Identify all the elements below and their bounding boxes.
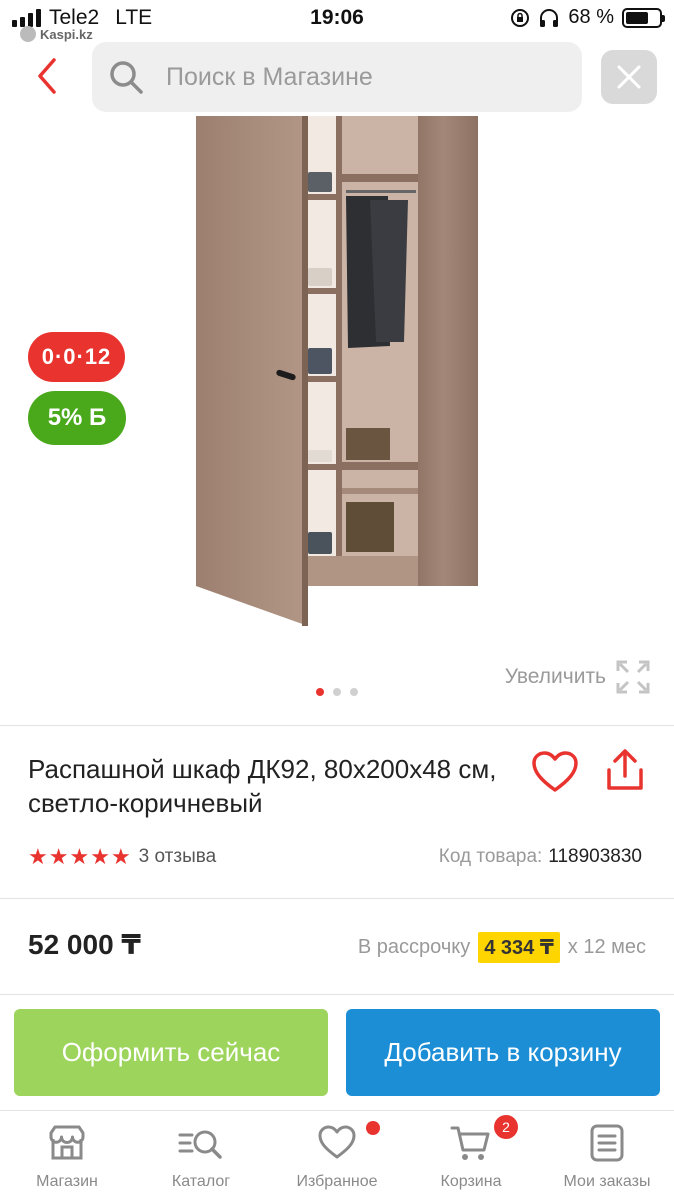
product-price: 52 000 ₸ bbox=[28, 929, 141, 960]
star-icon: ★ bbox=[110, 844, 131, 869]
back-arrow-icon[interactable] bbox=[30, 56, 66, 96]
search-header: Поиск в Магазине bbox=[0, 40, 674, 116]
cart-count-badge: 2 bbox=[494, 1115, 518, 1139]
tab-favorites[interactable]: Избранное bbox=[270, 1121, 404, 1191]
installment-term: х 12 мес bbox=[567, 936, 646, 958]
page-dot[interactable] bbox=[350, 688, 358, 696]
close-icon bbox=[617, 65, 641, 89]
star-icon: ★ bbox=[69, 844, 90, 869]
share-icon[interactable] bbox=[604, 748, 646, 792]
tab-label: Избранное bbox=[296, 1173, 378, 1190]
tab-label: Корзина bbox=[440, 1173, 502, 1190]
tab-label: Мои заказы bbox=[563, 1173, 651, 1190]
search-placeholder: Поиск в Магазине bbox=[166, 62, 373, 91]
star-icon: ★ bbox=[48, 844, 69, 869]
product-code: Код товара: 118903830 bbox=[439, 846, 642, 868]
shop-icon bbox=[49, 1125, 85, 1160]
tab-shop[interactable]: Магазин bbox=[0, 1121, 134, 1191]
divider bbox=[0, 898, 674, 899]
installment-amount: 4 334 ₸ bbox=[478, 932, 560, 963]
tab-label: Каталог bbox=[171, 1173, 231, 1190]
catalog-search-icon bbox=[178, 1130, 222, 1159]
battery-icon bbox=[622, 7, 665, 28]
product-gallery[interactable]: 0·0·12 5% Б Увеличить bbox=[0, 116, 674, 724]
add-to-cart-button[interactable]: Добавить в корзину bbox=[346, 1009, 660, 1096]
favorites-dot bbox=[366, 1121, 380, 1135]
close-button[interactable] bbox=[601, 50, 657, 104]
search-icon bbox=[110, 61, 143, 94]
tab-orders[interactable]: Мои заказы bbox=[540, 1121, 674, 1191]
buy-now-button[interactable]: Оформить сейчас bbox=[14, 1009, 328, 1096]
product-code-label: Код товара: bbox=[438, 846, 543, 867]
product-rating[interactable]: ★ ★ ★ ★ ★ 3 отзыва bbox=[28, 844, 216, 870]
search-input[interactable]: Поиск в Магазине bbox=[92, 42, 582, 112]
product-code-value: 118903830 bbox=[548, 846, 642, 867]
page-dot[interactable] bbox=[316, 688, 324, 696]
tab-catalog[interactable]: Каталог bbox=[134, 1121, 268, 1191]
battery-percent: 68 % bbox=[568, 6, 614, 28]
product-title: Распашной шкаф ДК92, 80x200x48 см, светл… bbox=[28, 754, 497, 818]
orders-icon bbox=[590, 1124, 624, 1162]
star-icon: ★ bbox=[28, 844, 48, 869]
reviews-link[interactable]: 3 отзыва bbox=[139, 846, 217, 868]
heart-icon bbox=[318, 1125, 356, 1159]
bonus-badge: 5% Б bbox=[28, 391, 126, 445]
page-dot[interactable] bbox=[333, 688, 341, 696]
bottom-tab-bar: Магазин Каталог Избранное 2 Корзина Мои … bbox=[0, 1110, 674, 1200]
installment-label: В рассрочку bbox=[357, 936, 471, 958]
status-right: 68 % bbox=[510, 6, 665, 29]
cart-icon bbox=[450, 1126, 490, 1160]
tab-label: Магазин bbox=[36, 1173, 98, 1190]
gallery-pagination bbox=[0, 688, 674, 696]
tab-cart[interactable]: 2 Корзина bbox=[404, 1115, 538, 1191]
headphones-icon bbox=[540, 8, 559, 27]
divider bbox=[0, 725, 674, 726]
zoom-label: Увеличить bbox=[504, 665, 606, 688]
rotation-lock-icon bbox=[511, 8, 530, 27]
installment-info[interactable]: В рассрочку 4 334 ₸ х 12 мес bbox=[358, 932, 646, 963]
star-icon: ★ bbox=[90, 844, 110, 869]
divider bbox=[0, 994, 674, 995]
product-image[interactable] bbox=[190, 116, 490, 628]
status-bar: Tele2 LTE 19:06 68 % Kaspi.kz bbox=[0, 0, 674, 44]
installment-badge: 0·0·12 bbox=[28, 332, 125, 382]
rating-stars: ★ ★ ★ ★ ★ bbox=[28, 844, 131, 870]
favorite-heart-icon[interactable] bbox=[531, 750, 579, 794]
